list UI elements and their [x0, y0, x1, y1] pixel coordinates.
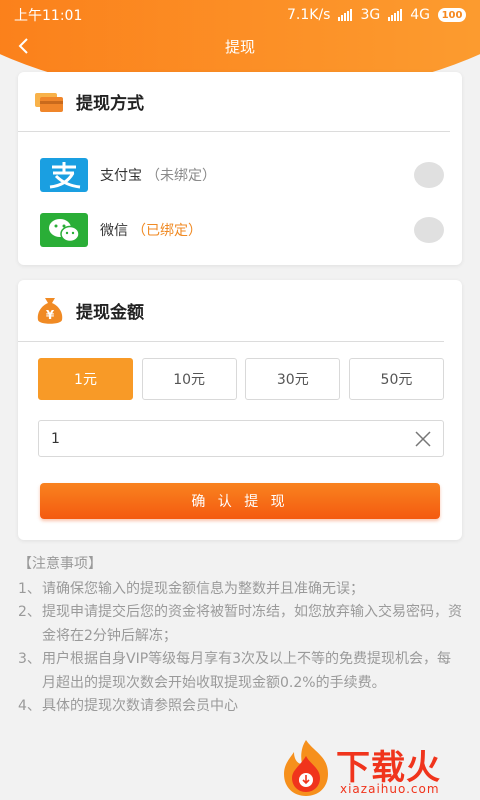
network-type-2: 4G — [410, 7, 430, 23]
note-item: 1、 请确保您输入的提现金额信息为整数并且准确无误； — [18, 578, 462, 602]
payment-option-wechat[interactable]: 微信 （已绑定） — [40, 212, 444, 248]
withdraw-method-header: 提现方式 — [18, 72, 450, 132]
note-item: 2、 提现申请提交后您的资金将被暂时冻结，如您放弃输入交易密码，资金将在2分钟后… — [18, 601, 462, 648]
note-text: 请确保您输入的提现金额信息为整数并且准确无误； — [42, 580, 364, 597]
alipay-icon — [40, 158, 88, 192]
alipay-radio[interactable] — [414, 162, 444, 188]
withdraw-amount-title: 提现金额 — [76, 303, 144, 323]
note-item: 4、 具体的提现次数请参照会员中心 — [18, 695, 462, 719]
withdraw-amount-header: ¥ 提现金额 — [18, 280, 444, 342]
network-type-1: 3G — [360, 7, 381, 23]
note-number: 4、 — [18, 698, 41, 714]
notes-section: 【注意事项】 1、 请确保您输入的提现金额信息为整数并且准确无误； 2、 提现申… — [18, 553, 462, 719]
withdraw-method-card: 提现方式 支付宝 （未绑定） 微信 （已绑定） — [18, 72, 462, 265]
amount-option-30[interactable]: 30元 — [245, 358, 341, 400]
clear-icon[interactable] — [413, 429, 433, 449]
amount-option-10[interactable]: 10元 — [141, 358, 237, 400]
battery-icon: 100 — [438, 8, 466, 22]
note-item: 3、 用户根据自身VIP等级每月享有3次及以上不等的免费提现机会，每月超出的提现… — [18, 648, 462, 695]
signal-icon-2 — [388, 9, 403, 21]
note-text: 提现申请提交后您的资金将被暂时冻结，如您放弃输入交易密码，资金将在2分钟后解冻； — [42, 604, 462, 644]
svg-text:¥: ¥ — [46, 308, 55, 322]
amount-option-50[interactable]: 50元 — [348, 358, 444, 400]
status-time: 上午11:01 — [14, 8, 83, 24]
note-number: 3、 — [18, 651, 41, 667]
nav-bar: 提现 — [0, 30, 480, 62]
alipay-status: （未绑定） — [146, 168, 216, 184]
wechat-radio[interactable] — [414, 217, 444, 243]
wechat-name: 微信 — [100, 223, 128, 239]
page-title: 提现 — [224, 37, 255, 56]
back-arrow-icon[interactable] — [14, 36, 34, 56]
amount-input-box — [38, 420, 444, 457]
confirm-withdraw-button[interactable]: 确 认 提 现 — [40, 483, 440, 519]
watermark-logo: 下载火 xiazaihuo.com — [278, 738, 480, 800]
withdraw-method-title: 提现方式 — [76, 94, 144, 114]
payment-option-alipay[interactable]: 支付宝 （未绑定） — [40, 157, 444, 193]
amount-options: 1元 10元 30元 50元 — [38, 358, 444, 400]
withdraw-amount-card: ¥ 提现金额 1元 10元 30元 50元 确 认 提 现 — [18, 280, 462, 540]
note-number: 2、 — [18, 604, 41, 620]
note-number: 1、 — [18, 580, 41, 597]
note-text: 具体的提现次数请参照会员中心 — [42, 698, 238, 714]
flame-logo-icon — [284, 740, 328, 796]
signal-icon — [338, 9, 353, 21]
card-wallet-icon — [35, 92, 63, 112]
wechat-status: （已绑定） — [132, 223, 202, 239]
amount-option-1[interactable]: 1元 — [38, 358, 133, 400]
status-bar: 上午11:01 7.1K/s 3G 4G 100 — [0, 0, 480, 30]
wechat-icon — [40, 213, 88, 247]
notes-title: 【注意事项】 — [18, 556, 102, 572]
money-bag-icon: ¥ — [37, 297, 63, 324]
alipay-name: 支付宝 — [100, 168, 142, 184]
amount-input[interactable] — [51, 430, 413, 447]
watermark-url: xiazaihuo.com — [340, 782, 440, 796]
network-speed: 7.1K/s — [287, 7, 331, 23]
note-text: 用户根据自身VIP等级每月享有3次及以上不等的免费提现机会，每月超出的提现次数会… — [42, 651, 452, 691]
